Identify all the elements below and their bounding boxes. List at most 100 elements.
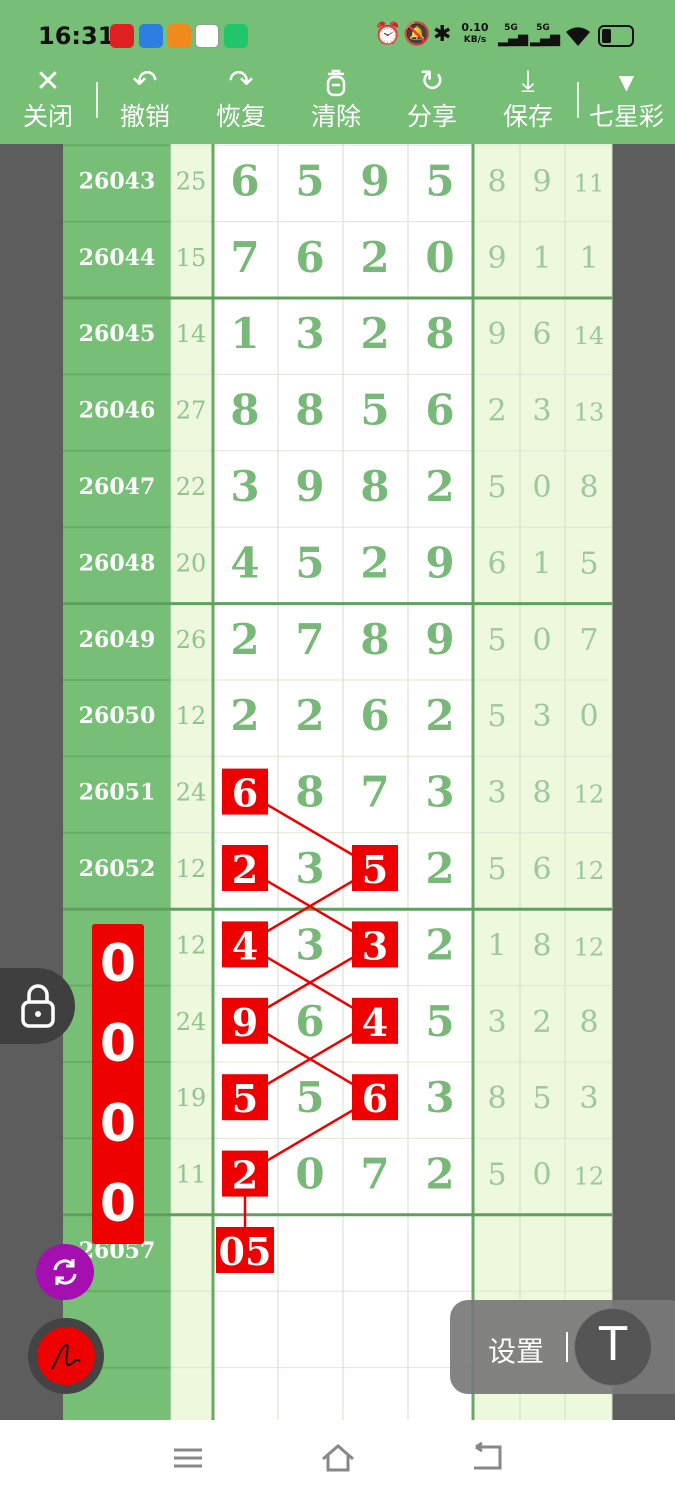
signal-1: 5G ▂▄▆ xyxy=(498,22,528,46)
redo-icon: ↷ xyxy=(228,64,254,99)
extra-number: 6 xyxy=(532,317,551,352)
net-speed-value: 0.10 xyxy=(461,21,489,34)
draw-digit: 2 xyxy=(425,462,454,511)
draw-digit: 8 xyxy=(230,386,259,435)
draw-digit: 8 xyxy=(360,615,389,664)
draw-digit: 6 xyxy=(295,233,324,282)
extra-number: 0 xyxy=(532,623,551,658)
clear-label: 清除 xyxy=(310,103,361,131)
draw-digit: 8 xyxy=(295,386,324,435)
draw-digit: 8 xyxy=(425,309,454,358)
draw-digit: 5 xyxy=(360,386,389,435)
draw-digit: 4 xyxy=(362,1000,388,1045)
save-label: 保存 xyxy=(502,103,553,131)
draw-digit: 5 xyxy=(232,1076,258,1121)
draw-digit: 6 xyxy=(230,156,259,205)
digit-sum: 11 xyxy=(176,1161,207,1189)
extra-number: 5 xyxy=(487,470,506,505)
draw-digit: 2 xyxy=(230,615,259,664)
draw-digit: 2 xyxy=(360,309,389,358)
extra-number: 12 xyxy=(574,857,605,885)
text-tool-button[interactable]: T xyxy=(574,1308,652,1386)
share-label: 分享 xyxy=(406,103,457,131)
extra-number: 6 xyxy=(487,546,506,581)
zero-counter-strip[interactable]: 0 0 0 0 xyxy=(92,924,144,1244)
undo-label: 撤销 xyxy=(119,103,170,131)
draw-digit: 9 xyxy=(295,462,324,511)
app-notification-icon-5 xyxy=(224,24,248,48)
extra-number: 8 xyxy=(532,928,551,963)
sync-icon xyxy=(53,1259,77,1285)
draw-digit: 3 xyxy=(425,1073,454,1122)
extra-number: 2 xyxy=(532,1005,551,1040)
mute-bell-icon: 🔕 xyxy=(403,22,431,47)
settings-button[interactable]: 设置 xyxy=(488,1330,544,1370)
draw-digit: 3 xyxy=(425,768,454,817)
extra-number: 2 xyxy=(487,394,506,429)
extra-number: 5 xyxy=(487,699,506,734)
share-icon: ↻ xyxy=(419,64,445,99)
draw-digit: 4 xyxy=(230,538,259,587)
save-button[interactable]: ⤓ 保存 xyxy=(480,62,576,144)
undo-button[interactable]: ↶ 撤销 xyxy=(97,62,193,144)
issue-number: 26048 xyxy=(79,550,156,576)
pen-button[interactable] xyxy=(28,1318,104,1394)
extra-number: 8 xyxy=(487,1081,506,1116)
digit-sum: 26 xyxy=(176,626,207,654)
signal-2: 5G ▂▄▆ xyxy=(530,22,560,46)
bluetooth-icon: ✱ xyxy=(433,22,452,47)
digit-sum: 12 xyxy=(176,855,207,883)
extra-number: 5 xyxy=(487,852,506,887)
redo-button[interactable]: ↷ 恢复 xyxy=(193,62,289,144)
extra-number: 9 xyxy=(487,317,506,352)
close-icon: ✕ xyxy=(35,64,61,99)
extra-number: 3 xyxy=(532,699,551,734)
extra-number: 5 xyxy=(487,1158,506,1193)
zero-digit: 0 xyxy=(99,1174,137,1234)
extra-number: 13 xyxy=(574,399,605,427)
draw-digit: 9 xyxy=(425,615,454,664)
issue-number: 26051 xyxy=(79,780,156,806)
draw-digit: 7 xyxy=(295,615,324,664)
clear-button[interactable]: 清除 xyxy=(288,62,384,144)
lock-button[interactable] xyxy=(0,968,75,1044)
lottery-type-dropdown[interactable]: ▼ 七星彩 xyxy=(578,62,675,144)
digit-sum: 12 xyxy=(176,702,207,730)
dropdown-arrow-icon: ▼ xyxy=(618,70,635,94)
extra-number: 12 xyxy=(574,1163,605,1191)
extra-number: 5 xyxy=(532,1081,551,1116)
status-time: 16:31 xyxy=(38,22,115,50)
extra-number: 0 xyxy=(579,699,598,734)
draw-digit: 05 xyxy=(219,1229,272,1274)
extra-number: 8 xyxy=(579,470,598,505)
draw-digit: 5 xyxy=(295,538,324,587)
issue-number: 26047 xyxy=(79,474,156,500)
draw-digit: 1 xyxy=(230,309,259,358)
draw-digit: 2 xyxy=(230,691,259,740)
home-icon[interactable] xyxy=(320,1442,356,1476)
draw-digit: 6 xyxy=(360,691,389,740)
extra-number: 7 xyxy=(579,623,598,658)
back-icon[interactable] xyxy=(470,1442,504,1474)
extra-number: 8 xyxy=(487,164,506,199)
extra-number: 3 xyxy=(532,394,551,429)
zero-digit: 0 xyxy=(99,1014,137,1074)
close-label: 关闭 xyxy=(22,103,73,131)
draw-digit: 5 xyxy=(295,156,324,205)
extra-number: 14 xyxy=(574,322,605,350)
sync-button[interactable] xyxy=(36,1244,94,1300)
net-speed-unit: KB/s xyxy=(463,35,487,45)
draw-digit: 5 xyxy=(295,1073,324,1122)
extra-number: 11 xyxy=(574,169,605,197)
menu-icon[interactable] xyxy=(172,1442,204,1474)
undo-icon: ↶ xyxy=(132,64,158,99)
wifi-icon xyxy=(566,27,590,46)
extra-number: 9 xyxy=(532,164,551,199)
system-nav-bar xyxy=(0,1420,675,1500)
extra-number: 6 xyxy=(532,852,551,887)
text-cursor-divider xyxy=(566,1332,568,1362)
share-button[interactable]: ↻ 分享 xyxy=(384,62,480,144)
close-button[interactable]: ✕ 关闭 xyxy=(0,62,96,144)
extra-number: 5 xyxy=(487,623,506,658)
extra-number: 1 xyxy=(532,241,551,276)
